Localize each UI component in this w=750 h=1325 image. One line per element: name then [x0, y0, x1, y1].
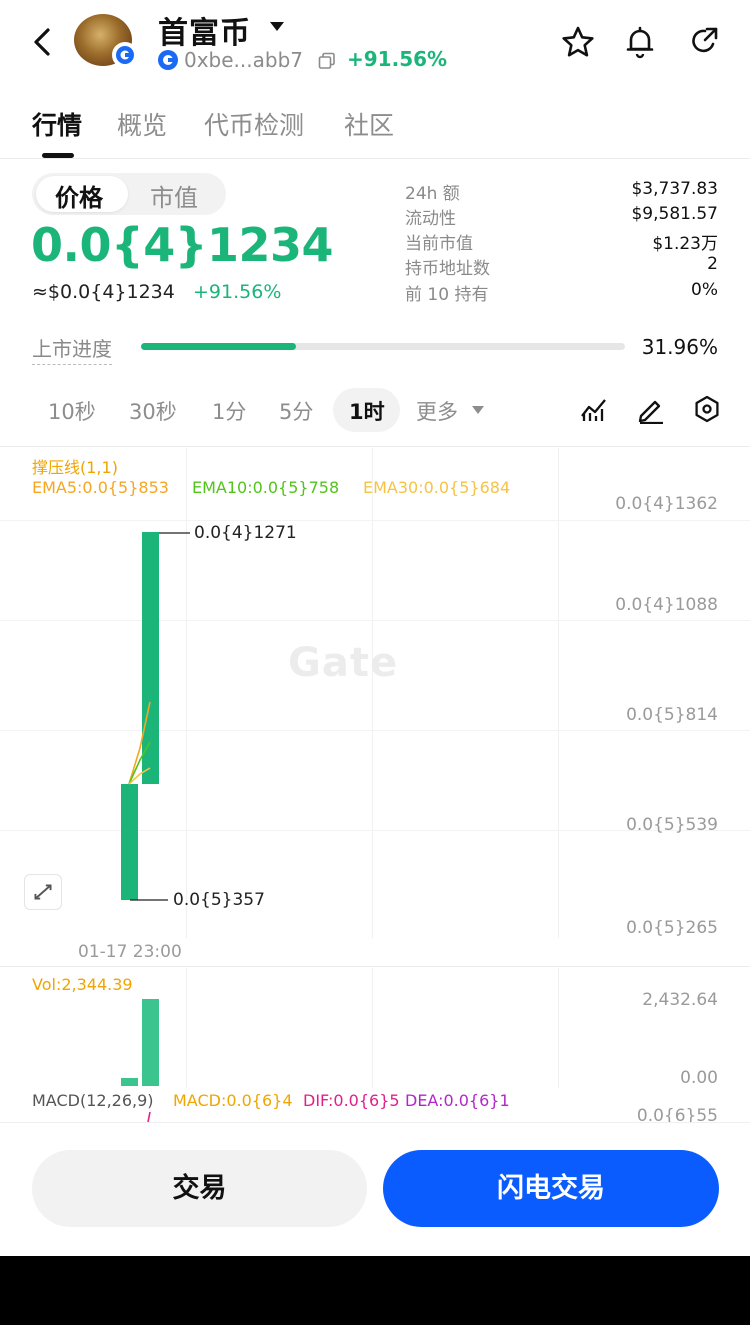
stat-value-top10: 0%: [691, 280, 718, 300]
more-caret-icon: [472, 406, 484, 414]
listing-progress-fill: [141, 343, 296, 350]
candle-2: [142, 532, 159, 784]
header-change-percent: +91.56%: [347, 47, 448, 71]
tab-market[interactable]: 行情: [32, 106, 82, 142]
bell-icon[interactable]: [622, 24, 658, 60]
candlestick-chart: [121, 532, 190, 901]
toggle-price[interactable]: 价格: [55, 178, 103, 213]
copy-icon[interactable]: [318, 52, 336, 70]
volume-bars: [121, 999, 159, 1086]
volume-bar-1: [121, 1078, 138, 1086]
system-nav-bar: [0, 1256, 750, 1325]
listing-progress-value: 31.96%: [641, 335, 718, 359]
interval-10s[interactable]: 10秒: [48, 396, 96, 426]
stat-label-market-cap: 当前市值: [405, 234, 473, 254]
chain-logo-icon: [158, 50, 178, 70]
share-icon[interactable]: [686, 24, 722, 60]
indicator-icon[interactable]: [579, 394, 609, 424]
volume-divider: [0, 966, 750, 967]
tab-overview[interactable]: 概览: [117, 106, 167, 142]
current-price: 0.0{4}1234: [31, 218, 334, 272]
listing-progress-label: 上市进度: [32, 333, 112, 365]
price-change-percent: +91.56%: [193, 281, 282, 303]
stat-value-liquidity: $9,581.57: [631, 204, 718, 224]
macd-value: MACD:0.0{6}4: [173, 1091, 293, 1110]
macd-dif: DIF:0.0{6}5: [303, 1091, 400, 1110]
interval-5m[interactable]: 5分: [279, 396, 313, 426]
stat-value-holders: 2: [707, 254, 718, 274]
contract-address: 0xbe...abb7: [184, 48, 304, 72]
expand-icon: [34, 884, 52, 900]
high-price-label: 0.0{4}1271: [194, 523, 297, 543]
draw-pen-icon[interactable]: [636, 394, 666, 424]
token-detail-page: 首富币 0xbe...abb7 +91.56% 行情 概览 代币检测 社区 价格…: [0, 0, 750, 1325]
back-arrow-icon[interactable]: [28, 22, 58, 62]
tab-community[interactable]: 社区: [344, 106, 394, 142]
time-axis-label: 01-17 23:00: [78, 942, 182, 962]
toggle-market-cap[interactable]: 市值: [150, 178, 198, 213]
macd-dea: DEA:0.0{6}1: [405, 1091, 510, 1110]
stat-value-market-cap: $1.23万: [652, 234, 718, 254]
low-price-label: 0.0{5}357: [173, 890, 265, 910]
stat-label-volume: 24h 额: [405, 184, 460, 204]
chevron-down-icon[interactable]: [270, 22, 284, 31]
tabs-divider: [0, 158, 750, 159]
interval-more[interactable]: 更多: [416, 396, 458, 426]
interval-30s[interactable]: 30秒: [129, 396, 177, 426]
trade-button[interactable]: 交易: [32, 1150, 367, 1227]
usd-price: ≈$0.0{4}1234: [32, 281, 175, 303]
fullscreen-button[interactable]: [24, 874, 62, 910]
macd-title: MACD(12,26,9): [32, 1091, 154, 1110]
chain-badge-icon: [112, 42, 138, 68]
chart-top-divider: [0, 446, 750, 447]
settings-hexagon-icon[interactable]: [692, 394, 722, 424]
volume-bar-2: [142, 999, 159, 1086]
interval-1h[interactable]: 1时: [349, 396, 385, 426]
coin-name[interactable]: 首富币: [158, 8, 251, 52]
flash-trade-button[interactable]: 闪电交易: [383, 1150, 719, 1227]
stat-value-volume: $3,737.83: [631, 179, 718, 199]
candle-1: [121, 784, 138, 900]
interval-1m[interactable]: 1分: [212, 396, 246, 426]
stat-label-holders: 持币地址数: [405, 259, 490, 279]
stat-label-top10: 前 10 持有: [405, 285, 489, 305]
star-icon[interactable]: [560, 24, 596, 60]
tab-token-check[interactable]: 代币检测: [204, 106, 304, 142]
stat-label-liquidity: 流动性: [405, 209, 456, 229]
